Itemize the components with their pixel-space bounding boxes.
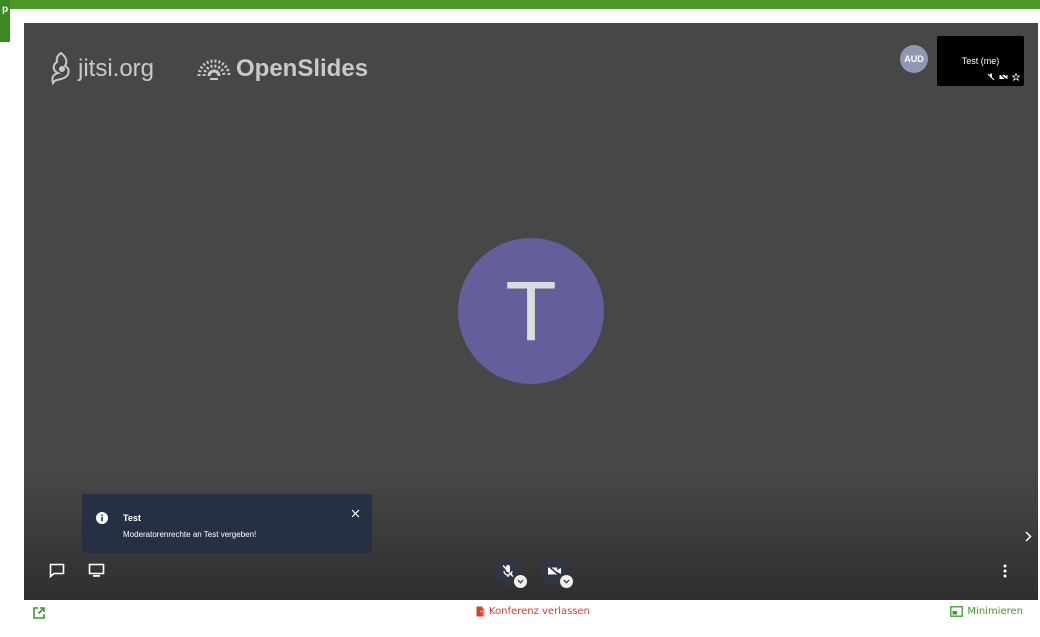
expand-filmstrip-button[interactable] xyxy=(1022,528,1034,544)
chat-icon xyxy=(49,563,65,578)
leave-conference-label: Konferenz verlassen xyxy=(489,606,590,617)
screen-share-icon xyxy=(88,563,104,577)
notification-toast: Test Moderatorenrechte an Test vergeben! xyxy=(82,494,372,553)
jitsi-watermark-text: jitsi.org xyxy=(78,55,155,82)
picture-in-picture-icon xyxy=(950,606,964,617)
more-vertical-icon xyxy=(1003,564,1007,578)
camera-off-icon xyxy=(546,565,561,577)
self-name-label: Test (me) xyxy=(961,56,1000,66)
leave-conference-button[interactable]: Konferenz verlassen xyxy=(476,606,590,617)
microphone-toggle-button[interactable] xyxy=(494,557,527,588)
screen-share-button[interactable] xyxy=(85,559,107,581)
close-icon[interactable] xyxy=(351,509,360,518)
minimize-label: Minimieren xyxy=(967,606,1023,617)
video-settings-chevron[interactable] xyxy=(560,575,573,588)
open-in-new-icon xyxy=(33,607,45,619)
top-green-bar xyxy=(0,0,1040,9)
moderator-star-icon xyxy=(1012,73,1020,81)
chevron-down-icon xyxy=(563,579,570,584)
more-actions-button[interactable] xyxy=(996,560,1014,582)
info-icon xyxy=(96,512,108,524)
jitsi-logo-icon xyxy=(51,51,70,86)
chevron-right-icon xyxy=(1024,530,1032,542)
self-video-thumbnail[interactable]: Test (me) xyxy=(937,36,1024,86)
audio-level-badge: AUD xyxy=(900,45,928,73)
video-stage: jitsi.org OpenSlides AUD Test (me) T Tes… xyxy=(24,23,1038,600)
mic-muted-icon xyxy=(987,73,995,81)
openslides-watermark: OpenSlides xyxy=(196,55,368,83)
door-exit-icon xyxy=(476,606,485,617)
openslides-logo-icon xyxy=(197,59,231,80)
notification-message: Moderatorenrechte an Test vergeben! xyxy=(123,530,257,539)
participant-avatar: T xyxy=(458,238,604,384)
open-external-button[interactable] xyxy=(32,606,46,625)
openslides-watermark-text: OpenSlides xyxy=(236,55,369,82)
microphone-muted-icon xyxy=(502,565,514,577)
notification-title: Test xyxy=(123,513,141,523)
camera-toggle-button[interactable] xyxy=(540,557,573,588)
chevron-down-icon xyxy=(517,579,524,584)
background-app-tab: p xyxy=(0,0,10,42)
jitsi-watermark[interactable]: jitsi.org xyxy=(48,51,154,87)
camera-muted-icon xyxy=(999,73,1008,81)
chat-button[interactable] xyxy=(46,559,68,581)
minimize-button[interactable]: Minimieren xyxy=(950,606,1023,617)
background-tab-letter: p xyxy=(1,4,9,15)
audio-settings-chevron[interactable] xyxy=(514,575,527,588)
dialog-footer: Konferenz verlassen Minimieren xyxy=(24,600,1038,629)
